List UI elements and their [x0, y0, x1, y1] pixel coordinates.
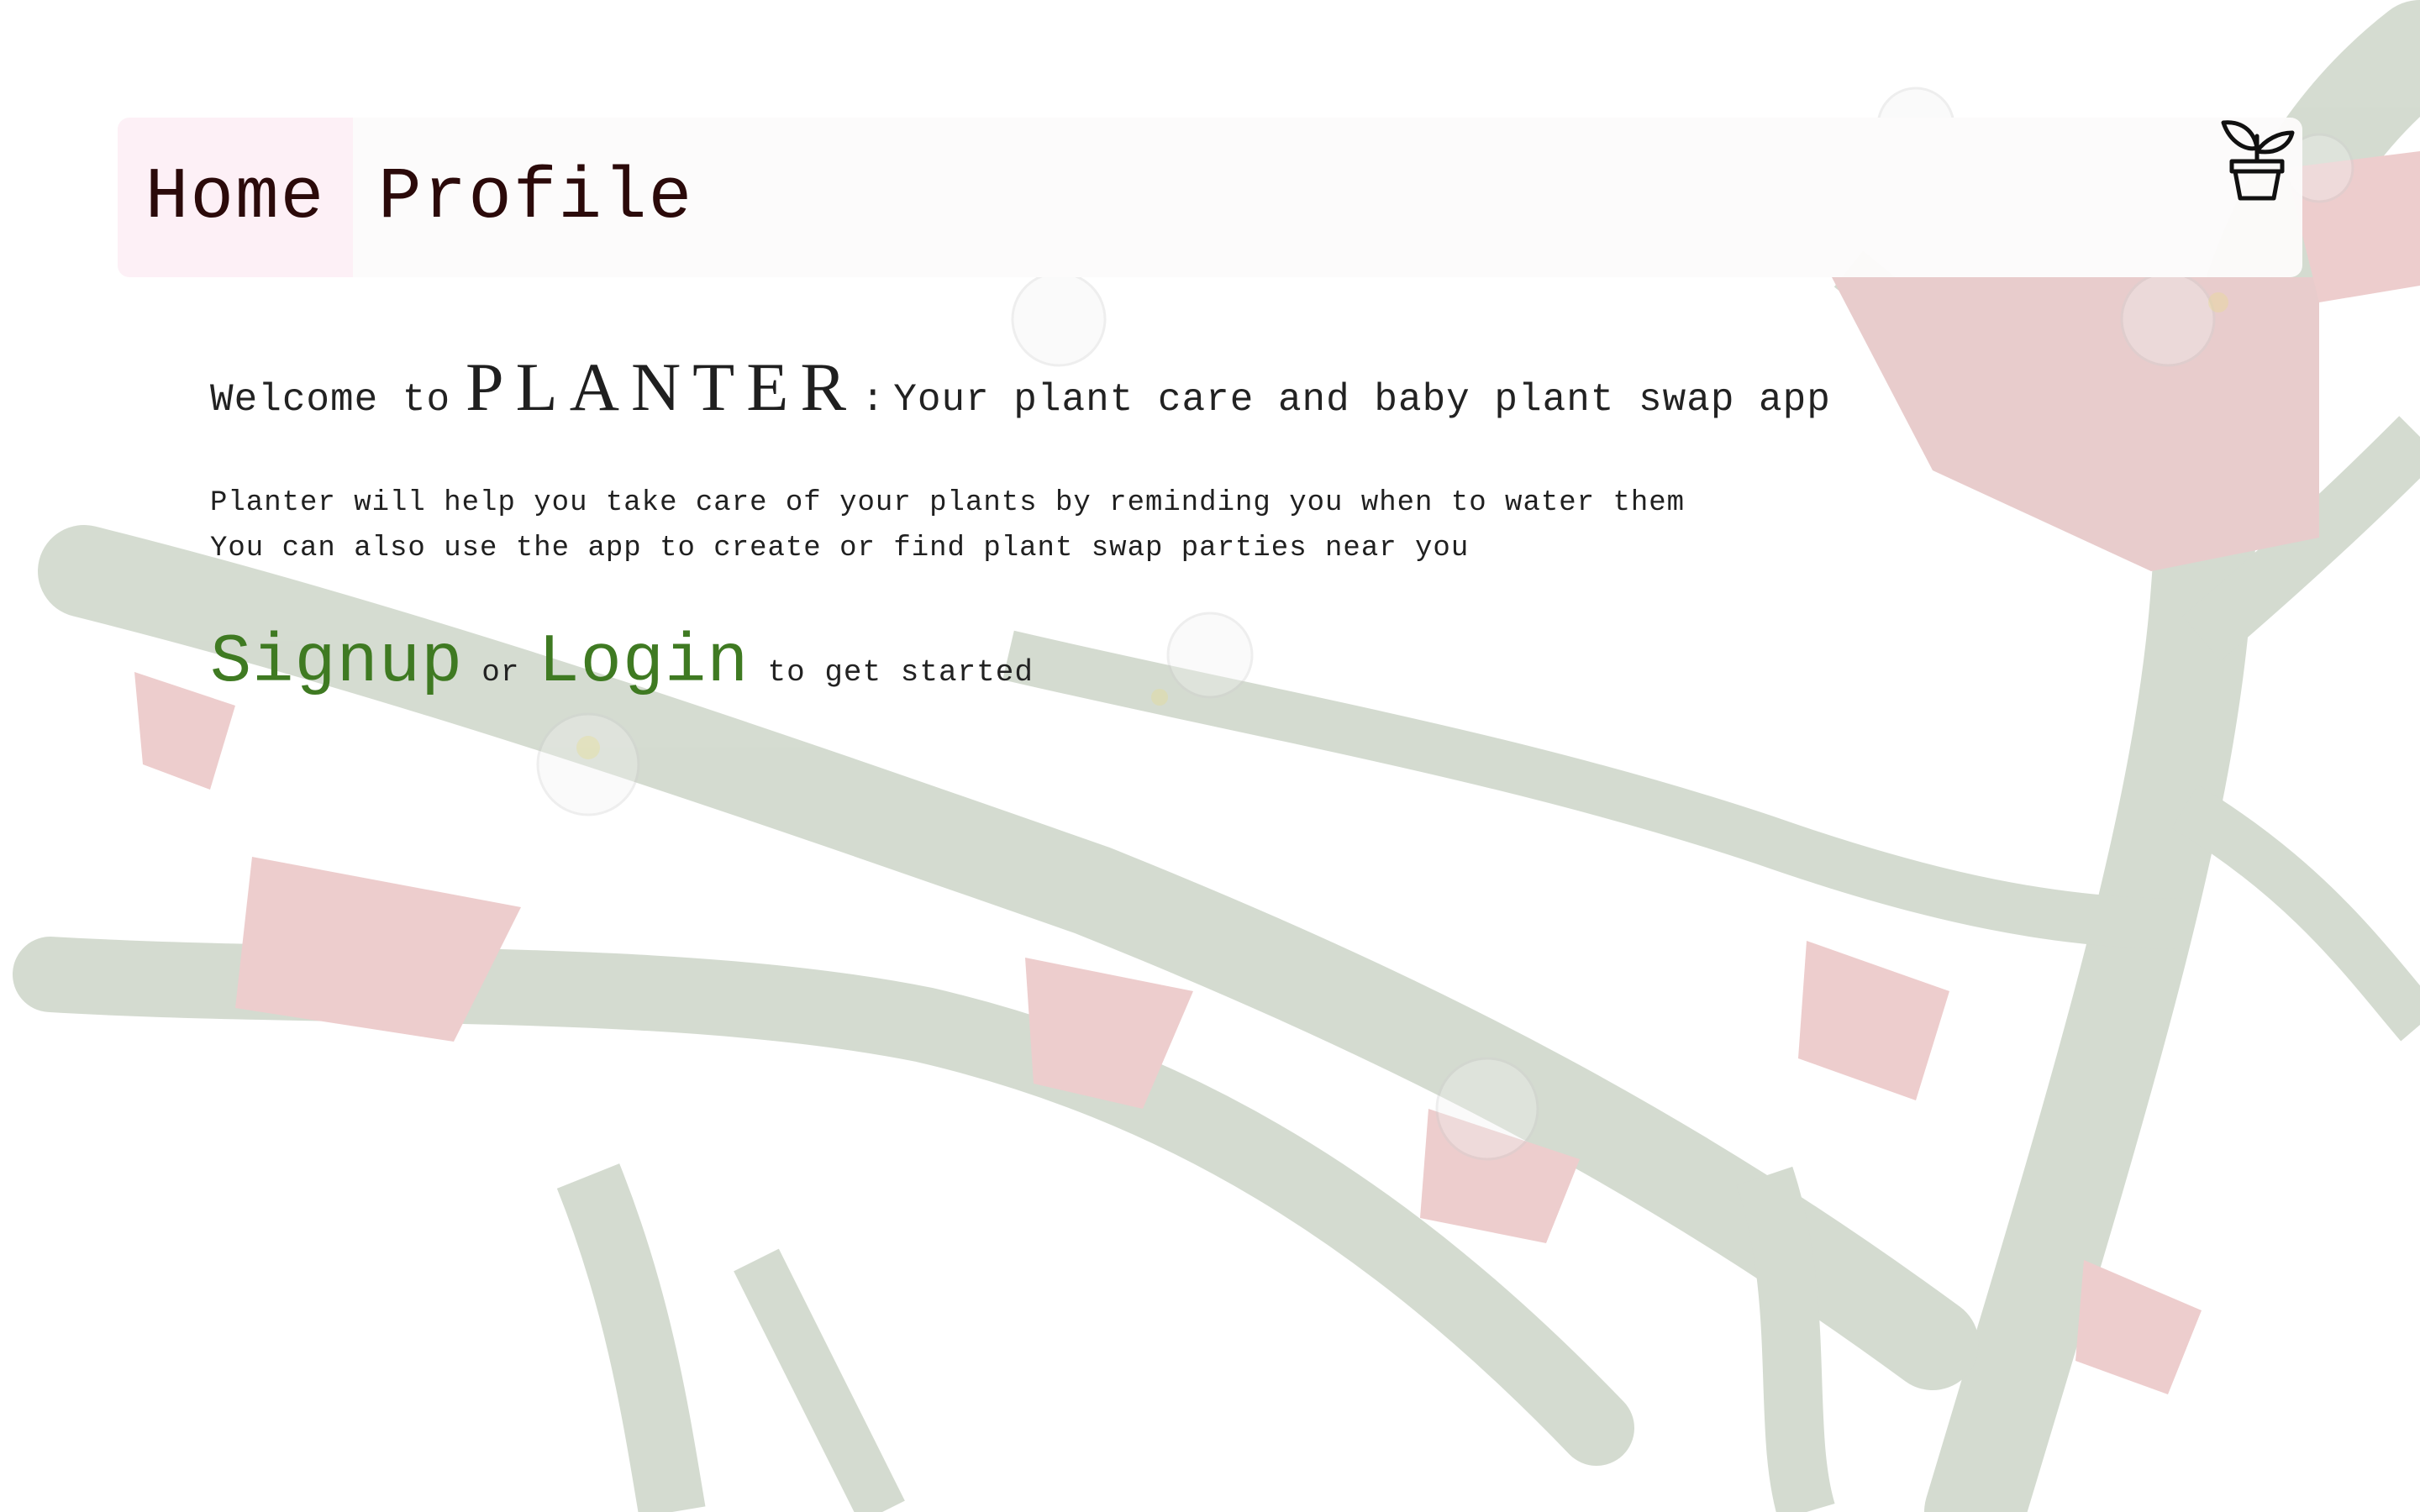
- or-text: or: [481, 655, 520, 690]
- app-description: Planter will help you take care of your …: [210, 480, 2227, 571]
- brand-name: PLANTER: [466, 349, 859, 425]
- welcome-separator: :: [861, 378, 886, 422]
- description-line-1: Planter will help you take care of your …: [210, 487, 1686, 519]
- nav-home-link[interactable]: Home: [118, 118, 353, 277]
- welcome-heading: Welcome to PLANTER: Your plant care and b…: [210, 353, 2227, 422]
- welcome-prefix: Welcome to: [210, 378, 451, 422]
- potted-plant-icon[interactable]: [2218, 118, 2296, 202]
- description-line-2: You can also use the app to create or fi…: [210, 533, 1470, 564]
- get-started-text: to get started: [767, 655, 1034, 690]
- signup-link[interactable]: Signup: [210, 623, 463, 701]
- nav-profile-link[interactable]: Profile: [378, 118, 693, 277]
- main-content: Welcome to PLANTER: Your plant care and b…: [210, 353, 2227, 697]
- top-navbar: Home Profile: [118, 118, 2302, 277]
- login-link[interactable]: Login: [538, 623, 749, 701]
- welcome-tagline: Your plant care and baby plant swap app: [893, 378, 1831, 422]
- call-to-action: Signup or Login to get started: [210, 628, 2227, 697]
